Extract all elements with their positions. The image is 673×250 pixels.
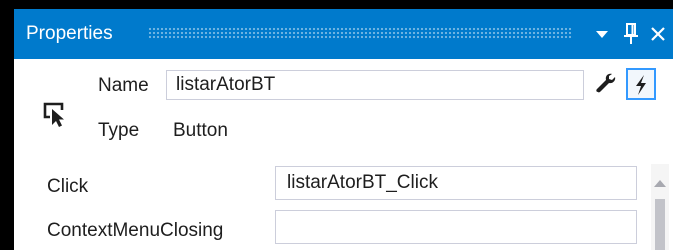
event-handler-contextmenuclosing[interactable] bbox=[275, 210, 637, 244]
properties-window: Properties Name listarAtorBT Type Button… bbox=[14, 9, 673, 250]
chevron-down-icon[interactable] bbox=[588, 19, 616, 49]
name-label: Name bbox=[98, 75, 149, 96]
event-name-click: Click bbox=[47, 176, 89, 197]
pin-icon[interactable] bbox=[617, 19, 645, 49]
properties-body: Name listarAtorBT Type Button Click list… bbox=[14, 59, 673, 250]
button-cursor-icon bbox=[42, 101, 68, 129]
lightning-icon bbox=[628, 74, 654, 96]
window-title: Properties bbox=[26, 23, 113, 44]
title-bar[interactable]: Properties bbox=[14, 9, 673, 59]
name-input[interactable]: listarAtorBT bbox=[166, 70, 584, 100]
type-value: Button bbox=[173, 120, 228, 141]
type-label: Type bbox=[98, 120, 140, 141]
event-name-contextmenuclosing: ContextMenuClosing bbox=[47, 220, 224, 241]
vertical-scrollbar[interactable] bbox=[651, 164, 669, 250]
events-button[interactable] bbox=[626, 68, 656, 100]
close-icon[interactable] bbox=[644, 19, 672, 49]
scroll-up-icon[interactable] bbox=[653, 172, 667, 187]
event-handler-click[interactable]: listarAtorBT_Click bbox=[275, 166, 637, 200]
scroll-thumb[interactable] bbox=[655, 199, 665, 250]
properties-button[interactable] bbox=[589, 67, 621, 99]
wrench-icon bbox=[590, 72, 620, 94]
title-bar-grip[interactable] bbox=[148, 27, 573, 39]
